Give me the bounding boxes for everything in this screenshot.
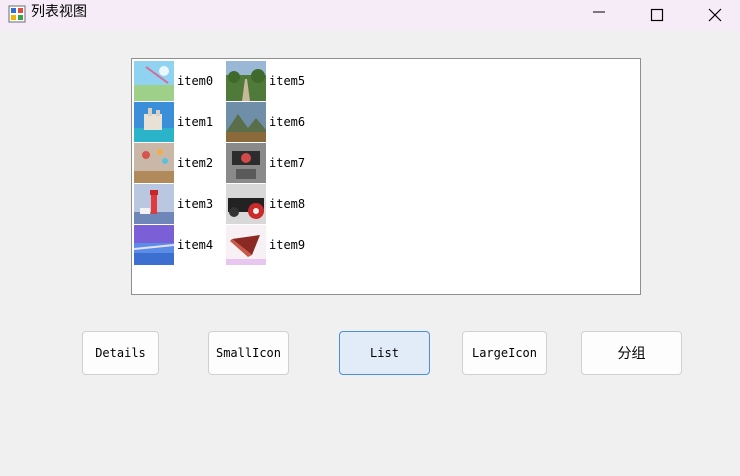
mountain-valley-thumbnail	[226, 102, 266, 142]
purple-coast-thumbnail	[134, 225, 174, 265]
title-bar: 列表视图	[0, 0, 740, 31]
lighthouse-thumbnail	[134, 184, 174, 224]
red-wheel-car-thumbnail	[226, 184, 266, 224]
list-item-label: item9	[269, 238, 306, 252]
list-view[interactable]: item0 item1 item2 item3 item4 item5 item…	[131, 58, 641, 295]
minimize-button[interactable]	[570, 0, 628, 31]
smallicon-button[interactable]: SmallIcon	[208, 331, 289, 375]
list-item-label: item3	[177, 197, 214, 211]
list-item-label: item7	[269, 156, 306, 170]
list-item-label: item6	[269, 115, 306, 129]
largeicon-button[interactable]: LargeIcon	[462, 331, 547, 375]
app-icon	[8, 5, 26, 23]
close-button[interactable]	[686, 0, 740, 31]
list-item-label: item5	[269, 74, 306, 88]
list-item-label: item4	[177, 238, 214, 252]
forest-path-thumbnail	[226, 61, 266, 101]
maximize-icon	[650, 8, 664, 22]
list-item-label: item1	[177, 115, 214, 129]
close-icon	[708, 8, 722, 22]
minimize-icon	[593, 11, 605, 13]
list-button[interactable]: List	[339, 331, 430, 375]
car-interior-thumbnail	[226, 143, 266, 183]
group-button[interactable]: 分组	[581, 331, 682, 375]
details-button[interactable]: Details	[82, 331, 159, 375]
cake-slice-thumbnail	[226, 225, 266, 265]
sky-field-thumbnail	[134, 61, 174, 101]
castle-sea-thumbnail	[134, 102, 174, 142]
list-item-label: item2	[177, 156, 214, 170]
window-title: 列表视图	[31, 4, 87, 20]
maximize-button[interactable]	[628, 0, 686, 31]
list-item-label: item0	[177, 74, 214, 88]
list-item-label: item8	[269, 197, 306, 211]
balloons-sky-thumbnail	[134, 143, 174, 183]
